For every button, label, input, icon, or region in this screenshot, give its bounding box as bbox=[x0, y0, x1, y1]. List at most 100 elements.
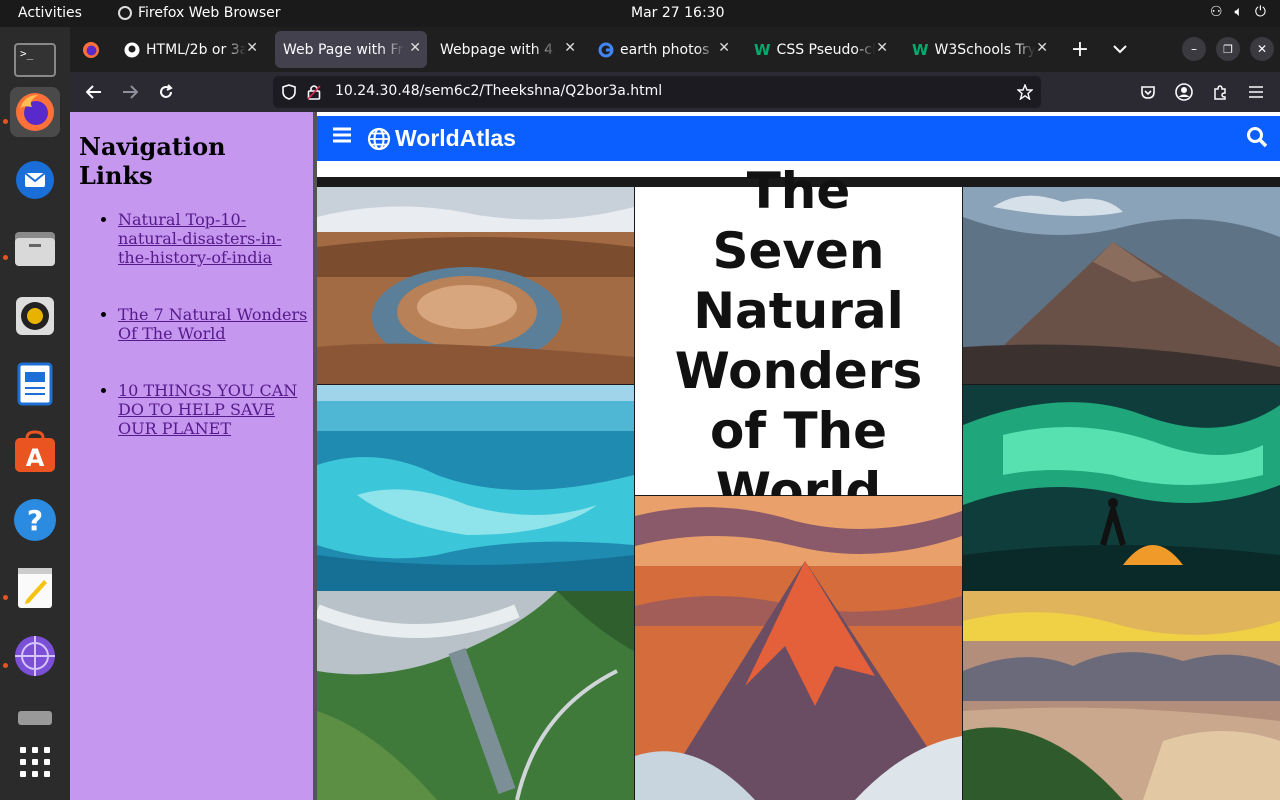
w3schools-icon: W bbox=[754, 40, 771, 59]
rhythmbox-icon[interactable] bbox=[10, 291, 60, 341]
wonders-collage-image: The Seven Natural Wonders of The World bbox=[317, 162, 1280, 800]
tab-label: Webpage with 4 fr bbox=[440, 41, 558, 58]
reload-button[interactable] bbox=[154, 80, 178, 104]
chevron-down-icon bbox=[1113, 45, 1127, 54]
nav-link-save-planet[interactable]: 10 THINGS YOU CAN DO TO HELP SAVE OUR PL… bbox=[118, 381, 297, 438]
w3schools-icon: W bbox=[912, 40, 929, 59]
close-tab-icon[interactable]: ✕ bbox=[876, 40, 888, 56]
tab-label: W3Schools Tryi bbox=[934, 41, 1035, 58]
close-tab-icon[interactable]: ✕ bbox=[1036, 40, 1048, 56]
globe-icon bbox=[367, 127, 391, 150]
menu-icon[interactable] bbox=[333, 124, 351, 149]
power-icon: ⏻ bbox=[1254, 4, 1266, 20]
close-tab-icon[interactable]: ✕ bbox=[409, 40, 421, 56]
harbor-photo bbox=[963, 591, 1280, 800]
account-icon bbox=[1175, 83, 1193, 101]
tab-earth-photos[interactable]: earth photos - ✕ bbox=[590, 31, 736, 68]
close-tab-icon[interactable]: ✕ bbox=[246, 40, 258, 56]
tab-github[interactable]: HTML/2b or 3a ✕ bbox=[116, 31, 264, 68]
firefox-view-icon bbox=[83, 41, 99, 58]
text-editor-icon[interactable] bbox=[10, 563, 60, 613]
tab-web-page-frames[interactable]: Web Page with Fra ✕ bbox=[275, 31, 427, 68]
thunderbird-icon[interactable] bbox=[10, 155, 60, 205]
terminal-icon[interactable]: >_ bbox=[10, 35, 60, 85]
back-arrow-icon bbox=[86, 85, 101, 99]
volume-icon: 🔈︎ bbox=[1234, 4, 1243, 20]
help-icon[interactable]: ? bbox=[10, 495, 60, 545]
volcano-photo bbox=[963, 187, 1280, 384]
tab-bar: HTML/2b or 3a ✕ Web Page with Fra ✕ Webp… bbox=[70, 27, 1280, 72]
worldatlas-logo[interactable]: WorldAtlas bbox=[367, 125, 516, 152]
tracking-shield-icon[interactable] bbox=[281, 84, 297, 100]
app-menu[interactable]: Firefox Web Browser bbox=[118, 5, 281, 21]
collage-title: The Seven Natural Wonders of The World bbox=[674, 162, 923, 520]
url-bar[interactable]: 10.24.30.48/sem6c2/Theekshna/Q2bor3a.htm… bbox=[273, 76, 1041, 108]
google-icon bbox=[598, 42, 614, 57]
forward-button[interactable] bbox=[118, 80, 142, 104]
account-button[interactable] bbox=[1172, 80, 1196, 104]
pocket-icon bbox=[1141, 86, 1155, 99]
app-menu-button[interactable] bbox=[1244, 80, 1268, 104]
navigation-list: Natural Top-10-natural-disasters-in-the-… bbox=[118, 210, 308, 476]
page-viewport: Navigation Links Natural Top-10-natural-… bbox=[70, 112, 1280, 800]
logo-text: WorldAtlas bbox=[395, 125, 516, 151]
app-center-icon[interactable]: A bbox=[10, 427, 60, 477]
close-window-button[interactable]: ✕ bbox=[1250, 37, 1274, 61]
collage-title-card: The Seven Natural Wonders of The World bbox=[635, 162, 962, 520]
list-item: Natural Top-10-natural-disasters-in-the-… bbox=[118, 210, 308, 267]
back-button[interactable] bbox=[82, 80, 106, 104]
tab-label: Web Page with Fra bbox=[283, 41, 405, 58]
tab-w3schools-tryit[interactable]: W W3Schools Tryi ✕ bbox=[904, 31, 1054, 68]
app-name-label: Firefox Web Browser bbox=[138, 5, 281, 21]
reload-icon bbox=[160, 84, 173, 98]
maximize-button[interactable]: ❐ bbox=[1216, 37, 1240, 61]
waterfall-photo bbox=[317, 591, 634, 800]
nav-link-wonders[interactable]: The 7 Natural Wonders Of The World bbox=[118, 305, 307, 343]
mountain-photo bbox=[635, 496, 962, 800]
tab-label: CSS Pseudo-cla bbox=[776, 41, 875, 58]
activities-button[interactable]: Activities bbox=[18, 5, 82, 21]
minimize-button[interactable]: – bbox=[1182, 37, 1206, 61]
insecure-lock-icon[interactable] bbox=[307, 84, 321, 100]
system-tray[interactable]: ⚇ 🔈︎ ⏻ bbox=[1210, 4, 1266, 20]
bookmark-star-icon[interactable] bbox=[1017, 84, 1033, 100]
system-top-bar: Activities Firefox Web Browser Mar 27 16… bbox=[0, 0, 1280, 27]
writer-icon[interactable] bbox=[10, 359, 60, 409]
hamburger-icon bbox=[1249, 86, 1263, 98]
clock[interactable]: Mar 27 16:30 bbox=[631, 5, 724, 21]
worldatlas-header: WorldAtlas bbox=[317, 116, 1280, 161]
files-icon[interactable] bbox=[10, 223, 60, 273]
network-icon: ⚇ bbox=[1209, 4, 1223, 20]
drive-icon[interactable] bbox=[10, 699, 60, 729]
list-tabs-button[interactable] bbox=[1108, 37, 1132, 61]
navigation-frame: Navigation Links Natural Top-10-natural-… bbox=[70, 112, 313, 800]
close-tab-icon[interactable]: ✕ bbox=[564, 40, 576, 56]
tab-css-pseudo[interactable]: W CSS Pseudo-cla ✕ bbox=[746, 31, 894, 68]
content-frame: WorldAtlas The Seven Natural Wonders of … bbox=[317, 112, 1280, 800]
tab-label: HTML/2b or 3a bbox=[146, 41, 246, 58]
firefox-view-tab[interactable] bbox=[74, 31, 108, 68]
firefox-icon[interactable] bbox=[10, 87, 60, 137]
github-icon bbox=[124, 42, 140, 57]
network-app-icon[interactable] bbox=[10, 631, 60, 681]
show-apps-icon[interactable] bbox=[10, 737, 60, 787]
reef-photo bbox=[317, 385, 634, 591]
url-text[interactable]: 10.24.30.48/sem6c2/Theekshna/Q2bor3a.htm… bbox=[335, 83, 662, 99]
forward-arrow-icon bbox=[123, 85, 138, 99]
tab-webpage-4-frames[interactable]: Webpage with 4 fr ✕ bbox=[432, 31, 582, 68]
aurora-photo bbox=[963, 385, 1280, 591]
nav-link-disasters[interactable]: Natural Top-10-natural-disasters-in-the-… bbox=[118, 210, 282, 267]
new-tab-button[interactable]: + bbox=[1068, 37, 1092, 62]
svg-text:?: ? bbox=[27, 504, 43, 537]
pocket-button[interactable] bbox=[1136, 80, 1160, 104]
svg-text:A: A bbox=[26, 444, 45, 472]
firefox-small-icon bbox=[118, 6, 132, 20]
navigation-toolbar: 10.24.30.48/sem6c2/Theekshna/Q2bor3a.htm… bbox=[70, 72, 1280, 112]
list-item: 10 THINGS YOU CAN DO TO HELP SAVE OUR PL… bbox=[118, 381, 308, 438]
search-icon[interactable] bbox=[1246, 126, 1268, 152]
tab-label: earth photos - bbox=[620, 41, 716, 58]
canyon-photo bbox=[317, 187, 634, 384]
close-tab-icon[interactable]: ✕ bbox=[718, 40, 730, 56]
dock: >_ A ? bbox=[0, 27, 70, 800]
extensions-button[interactable] bbox=[1208, 80, 1232, 104]
